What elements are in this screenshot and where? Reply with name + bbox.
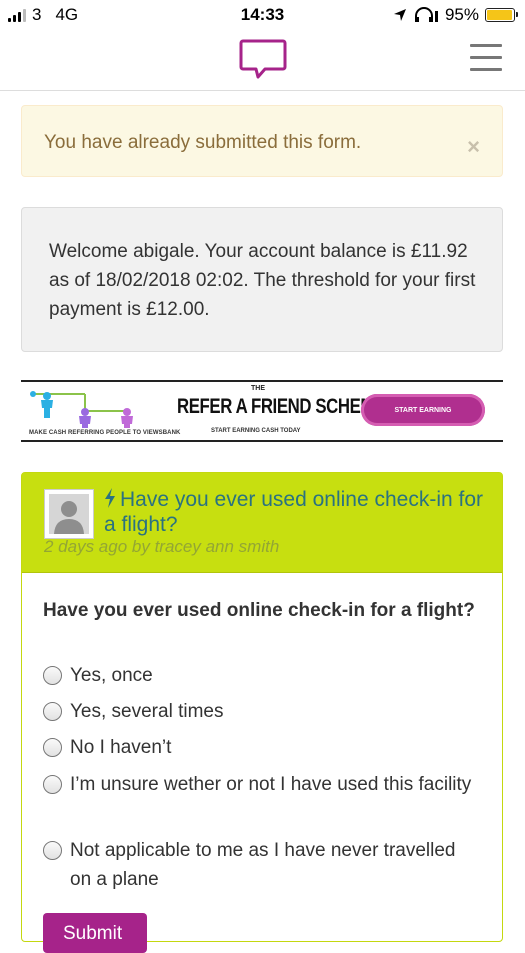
radio-button[interactable] xyxy=(43,666,62,685)
option-unsure[interactable]: I’m unsure wether or not I have used thi… xyxy=(43,770,473,799)
lightning-icon xyxy=(105,488,115,508)
location-arrow-icon xyxy=(393,9,406,21)
alert-message: You have already submitted this form. xyxy=(44,132,362,153)
radio-button[interactable] xyxy=(43,841,62,860)
welcome-text: Welcome abigale. Your account balance is… xyxy=(49,241,476,320)
radio-button[interactable] xyxy=(43,738,62,757)
survey-card-header: Have you ever used online check-in for a… xyxy=(22,473,502,573)
option-label: I’m unsure wether or not I have used thi… xyxy=(70,774,472,795)
status-bar: 3 4G 14:33 95% xyxy=(0,0,525,30)
banner-caption: MAKE CASH REFERRING PEOPLE TO VIEWSBANK xyxy=(29,430,181,436)
survey-meta: 2 days ago by tracey ann smith xyxy=(44,537,280,556)
start-earning-button[interactable]: START EARNING xyxy=(361,394,485,426)
survey-card: Have you ever used online check-in for a… xyxy=(21,472,503,953)
banner-subcaption: START EARNING CASH TODAY xyxy=(211,428,301,434)
people-network-icon xyxy=(30,391,133,428)
app-header xyxy=(0,30,525,91)
submit-button[interactable]: Submit xyxy=(43,913,147,953)
battery-icon xyxy=(485,8,518,22)
banner-headline: REFER A FRIEND SCHEME xyxy=(177,395,385,418)
option-not-applicable[interactable]: Not applicable to me as I have never tra… xyxy=(43,836,473,894)
account-balance-panel: Welcome abigale. Your account balance is… xyxy=(21,207,503,352)
option-label: No I haven’t xyxy=(70,737,172,758)
option-label: Yes, once xyxy=(70,665,153,686)
survey-title: Have you ever used online check-in for a… xyxy=(104,488,484,536)
refer-a-friend-banner[interactable]: MAKE CASH REFERRING PEOPLE TO VIEWSBANK … xyxy=(21,380,503,442)
avatar xyxy=(44,489,94,539)
close-icon[interactable]: × xyxy=(467,134,480,160)
battery-percent: 95% xyxy=(444,5,479,24)
menu-icon[interactable] xyxy=(470,44,502,71)
banner-the: THE xyxy=(251,385,265,392)
option-yes-once[interactable]: Yes, once xyxy=(43,661,473,690)
option-label: Yes, several times xyxy=(70,701,224,722)
user-silhouette-icon xyxy=(54,501,84,534)
radio-button[interactable] xyxy=(43,702,62,721)
submitted-alert: You have already submitted this form. × xyxy=(21,105,503,177)
headphones-icon xyxy=(414,7,438,22)
option-yes-several[interactable]: Yes, several times xyxy=(43,697,473,726)
option-label: Not applicable to me as I have never tra… xyxy=(70,840,456,890)
question-text: Have you ever used online check-in for a… xyxy=(43,600,475,621)
option-no[interactable]: No I haven’t xyxy=(43,733,473,762)
chat-logo-icon[interactable] xyxy=(239,38,287,80)
survey-title-link[interactable]: Have you ever used online check-in for a… xyxy=(104,487,484,537)
radio-button[interactable] xyxy=(43,775,62,794)
